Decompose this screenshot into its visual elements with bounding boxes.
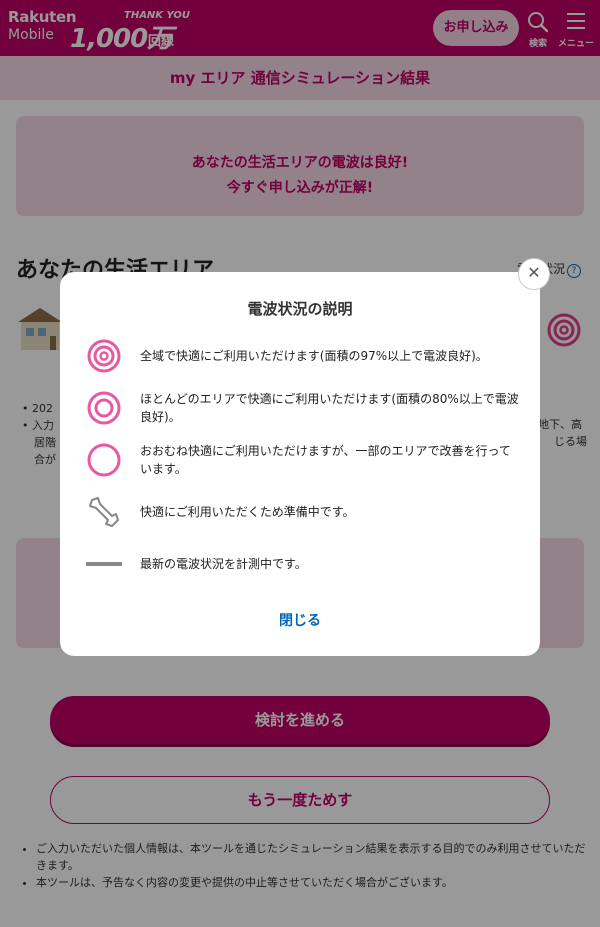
- legend-text: 最新の電波状況を計測中です。: [140, 557, 307, 571]
- signal-fair-icon: [87, 443, 121, 477]
- modal-close-link[interactable]: 閉じる: [60, 610, 540, 630]
- legend-text: 全域で快適にご利用いただけます(面積の97%以上で電波良好)。: [140, 349, 488, 363]
- modal-title: 電波状況の説明: [247, 300, 353, 318]
- legend-text: おおむね快適にご利用いただけますが、一部のエリアで改善を行っています。: [140, 444, 511, 476]
- close-icon[interactable]: ✕: [518, 258, 550, 290]
- signal-legend-modal: 電波状況の説明 全域で快適にご利用いただけます(面積の97%以上で電波良好)。 …: [60, 272, 540, 656]
- signal-excellent-icon: [87, 339, 121, 373]
- legend-text: ほとんどのエリアで快適にご利用いただけます(面積の80%以上で電波良好)。: [140, 392, 519, 424]
- legend-text: 快適にご利用いただくため準備中です。: [140, 505, 355, 519]
- signal-good-icon: [87, 391, 121, 425]
- wrench-icon: [89, 497, 119, 527]
- dash-icon: [86, 562, 122, 566]
